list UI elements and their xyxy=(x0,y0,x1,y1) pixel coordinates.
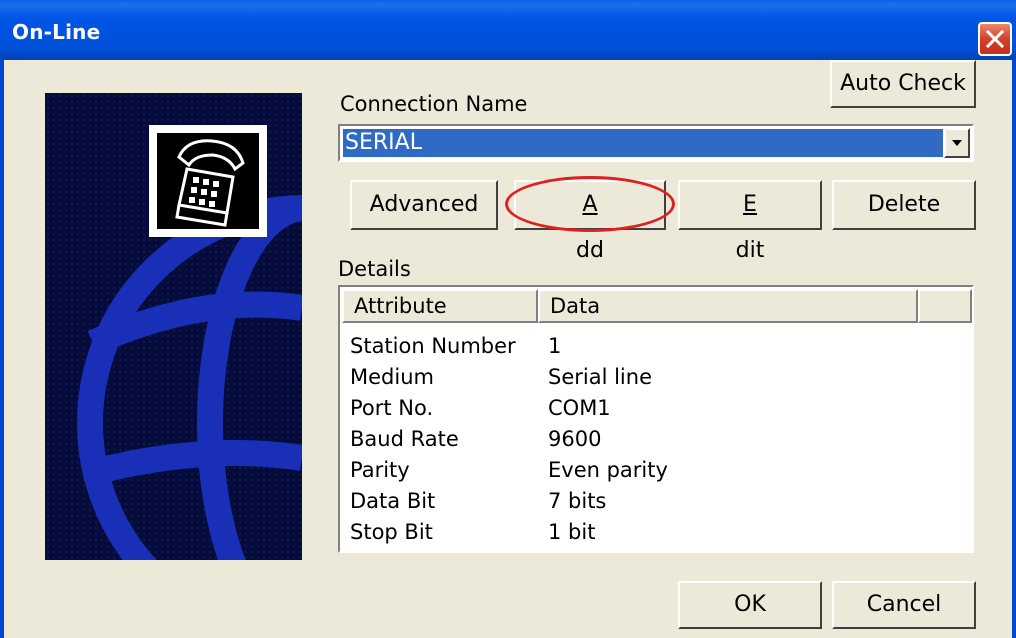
table-row[interactable]: Stop Bit 1 bit xyxy=(340,517,970,548)
attribute-cell: Baud Rate xyxy=(350,427,459,451)
add-highlight-annotation xyxy=(505,176,675,232)
cancel-button[interactable]: Cancel xyxy=(832,581,976,629)
table-row[interactable]: Data Bit 7 bits xyxy=(340,486,970,517)
attribute-cell: Station Number xyxy=(350,334,516,358)
details-list[interactable]: Attribute Data Station Number 1 Medium Ser… xyxy=(338,285,974,553)
data-cell: 1 bit xyxy=(548,520,596,544)
data-cell: 7 bits xyxy=(548,489,607,513)
column-header-data[interactable]: Data xyxy=(538,289,918,323)
window-frame-left xyxy=(0,60,4,638)
data-cell: Serial line xyxy=(548,365,652,389)
edit-button[interactable]: Edit xyxy=(678,180,822,263)
ok-button[interactable]: OK xyxy=(678,581,822,629)
connection-name-dropdown[interactable]: SERIAL xyxy=(338,124,974,162)
chevron-down-icon xyxy=(952,140,962,146)
attribute-cell: Port No. xyxy=(350,396,434,420)
data-cell: 9600 xyxy=(548,427,602,451)
advanced-button[interactable]: Advanced xyxy=(350,180,498,230)
table-row[interactable]: Station Number 1 xyxy=(340,331,970,362)
close-x-icon xyxy=(986,30,1004,48)
connection-illustration xyxy=(45,93,302,560)
connection-name-value: SERIAL xyxy=(343,129,943,157)
table-row[interactable]: Port No. COM1 xyxy=(340,393,970,424)
table-row[interactable]: Baud Rate 9600 xyxy=(340,424,970,455)
table-row[interactable]: Medium Serial line xyxy=(340,362,970,393)
data-cell: Even parity xyxy=(548,458,668,482)
attribute-cell: Data Bit xyxy=(350,489,436,513)
connection-name-label: Connection Name xyxy=(340,92,528,116)
telephone-icon xyxy=(175,139,245,227)
attribute-cell: Parity xyxy=(350,458,410,482)
title-bar[interactable]: On-Line xyxy=(0,0,1016,60)
window-title: On-Line xyxy=(12,20,101,44)
delete-button[interactable]: Delete xyxy=(832,180,976,230)
data-cell: COM1 xyxy=(548,396,611,420)
telephone-icon-frame xyxy=(149,125,267,237)
attribute-cell: Medium xyxy=(350,365,434,389)
attribute-cell: Stop Bit xyxy=(350,520,433,544)
data-cell: 1 xyxy=(548,334,562,358)
table-row[interactable]: Parity Even parity xyxy=(340,455,970,486)
dropdown-arrow-button[interactable] xyxy=(944,128,970,158)
auto-check-button[interactable]: Auto Check xyxy=(830,60,976,108)
column-header-attribute[interactable]: Attribute xyxy=(342,289,538,323)
column-header-blank[interactable] xyxy=(918,289,972,323)
details-label: Details xyxy=(338,257,411,281)
close-button[interactable] xyxy=(978,22,1012,56)
window-frame-right xyxy=(1012,60,1016,638)
